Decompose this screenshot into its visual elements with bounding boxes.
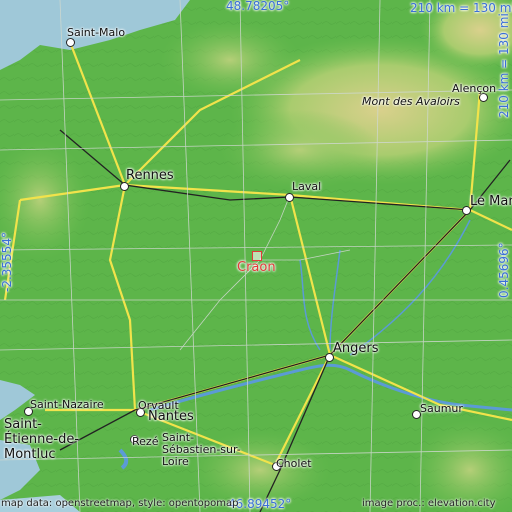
city-label: Saumur — [420, 402, 463, 415]
credit-left: map data: openstreetmap, style: opentopo… — [1, 498, 239, 509]
city-label: Alençon — [452, 82, 497, 95]
city-label: Saint-Malo — [67, 26, 126, 39]
city-label: Saint-Étienne-de-Montluc — [4, 417, 80, 462]
scale-vertical: 210 km = 130 mi — [497, 13, 511, 118]
map-canvas[interactable]: 48.78205° 46.89452° -2.35554° 0.45696° 2… — [0, 0, 512, 512]
city-label: Nantes — [148, 409, 194, 424]
city-label: Saint-Sébastien-sur-Loire — [162, 431, 241, 468]
peak-label: Mont des Avaloirs — [362, 95, 460, 108]
city-label: Le Mans — [470, 194, 512, 209]
coord-left: -2.35554° — [0, 232, 14, 292]
city-marker — [66, 38, 75, 47]
city-marker — [285, 193, 294, 202]
coord-right: 0.45696° — [497, 242, 511, 298]
credit-right: image proc.: elevation.city — [362, 498, 496, 509]
city-label: Saint-Nazaire — [30, 398, 104, 411]
city-label: Rennes — [126, 168, 174, 183]
city-label: Rezé — [132, 435, 159, 448]
city-label: Cholet — [276, 457, 312, 470]
target-label: Craon — [237, 260, 276, 275]
city-marker — [120, 182, 129, 191]
city-label: Angers — [333, 341, 379, 356]
coord-top: 48.78205° — [226, 0, 290, 13]
city-label: Laval — [292, 180, 322, 193]
